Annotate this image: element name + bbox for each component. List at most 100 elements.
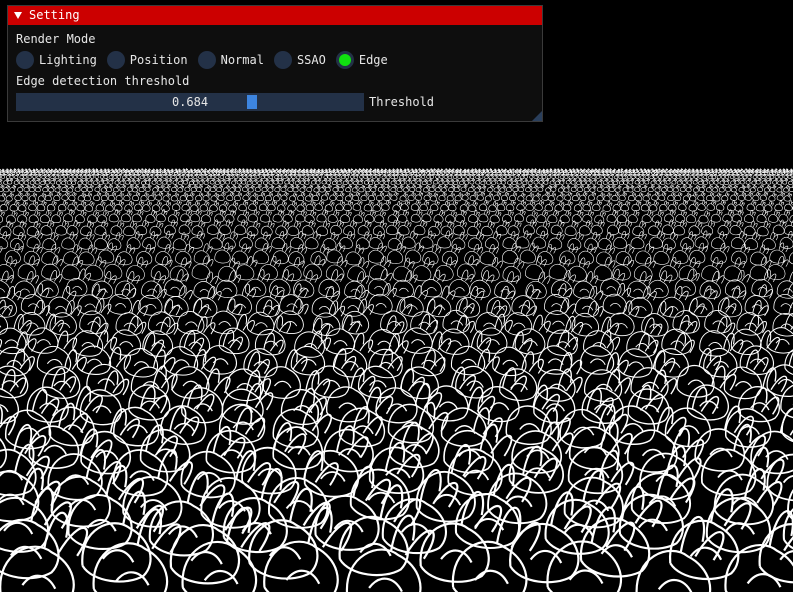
bunny-outline: [654, 185, 662, 193]
radio-lighting[interactable]: Lighting: [16, 51, 97, 69]
bunny-outline: [122, 449, 193, 528]
radio-position-label: Position: [129, 53, 188, 67]
bunny-outline: [556, 192, 565, 202]
bunny-outline: [570, 178, 577, 185]
bunny-outline: [525, 192, 534, 202]
radio-circle-icon[interactable]: [273, 51, 292, 69]
bunny-outline: [743, 220, 758, 236]
bunny-outline: [635, 173, 641, 179]
render-mode-label: Render Mode: [16, 32, 96, 46]
bunny-outline: [484, 173, 490, 179]
bunny-outline: [667, 184, 674, 192]
bunny-outline: [28, 402, 89, 469]
bunny-outline: [589, 185, 597, 193]
bunny-outline: [488, 201, 499, 212]
radio-normal-label: Normal: [220, 53, 264, 67]
threshold-slider[interactable]: 0.684: [16, 93, 364, 111]
radio-edge[interactable]: Edge: [335, 51, 388, 69]
bunny-outline: [316, 209, 329, 223]
bunny-outline: [126, 231, 143, 250]
bunny-outline: [235, 184, 242, 192]
radio-normal[interactable]: Normal: [197, 51, 264, 69]
bunny-outline: [787, 173, 793, 179]
bunny-outline: [145, 209, 158, 223]
bunny-outline: [640, 184, 648, 193]
bunny-outline: [410, 200, 421, 211]
bunny-outline: [280, 191, 289, 201]
resize-grip-icon[interactable]: [532, 111, 542, 121]
bunny-outline: [671, 178, 678, 185]
radio-ssao[interactable]: SSAO: [273, 51, 326, 69]
bunny-outline: [512, 184, 520, 192]
bunny-outline: [267, 200, 277, 211]
bunny-outline: [564, 191, 573, 201]
bunny-outline: [23, 243, 43, 265]
bunny-outline: [559, 243, 579, 265]
radio-circle-icon[interactable]: [106, 51, 125, 69]
bunny-outline: [255, 173, 261, 179]
bunny-outline: [783, 192, 792, 202]
bunny-outline: [336, 178, 343, 185]
bunny-outline: [755, 178, 762, 185]
bunny-outline: [299, 185, 307, 193]
bunny-outline: [184, 184, 192, 192]
bunny-outline: [258, 200, 269, 211]
bunny-outline: [372, 200, 383, 212]
bunny-outline: [26, 221, 41, 237]
bunny-outline: [247, 169, 253, 175]
bunny-outline: [112, 184, 120, 193]
bunny-outline: [730, 184, 738, 193]
bunny-outline: [0, 192, 7, 202]
bunny-outline: [210, 192, 219, 202]
bunny-outline: [627, 369, 677, 425]
bunny-outline: [180, 209, 192, 223]
bunny-outline: [549, 178, 556, 185]
bunny-outline: [433, 210, 446, 223]
bunny-outline: [351, 185, 359, 193]
bunny-outline: [422, 184, 430, 193]
bunny-outline: [134, 178, 141, 185]
settings-window[interactable]: Setting Render Mode Lighting Position No…: [7, 5, 543, 122]
bunny-outline: [219, 173, 225, 179]
settings-titlebar[interactable]: Setting: [8, 6, 542, 25]
radio-position[interactable]: Position: [106, 51, 188, 69]
bunny-outline: [710, 209, 723, 223]
bunny-outline: [453, 178, 459, 185]
triangle-down-icon[interactable]: [14, 12, 22, 19]
bunny-outline: [141, 271, 166, 299]
bunny-outline: [357, 178, 364, 185]
bunny-outline: [18, 200, 28, 212]
bunny-outline: [395, 178, 402, 185]
bunny-outline: [468, 231, 485, 250]
bunny-outline: [651, 191, 660, 201]
bunny-outline: [452, 173, 458, 179]
radio-circle-icon[interactable]: [197, 51, 216, 69]
bunny-outline: [440, 184, 448, 193]
bunny-outline: [602, 178, 609, 185]
bunny-outline: [469, 178, 476, 185]
bunny-outline: [110, 315, 147, 356]
bunny-outline: [725, 184, 732, 192]
bunny-outline: [386, 173, 391, 180]
bunny-outline: [172, 178, 179, 185]
bunny-outline: [272, 192, 282, 202]
radio-circle-selected-icon[interactable]: [335, 51, 354, 69]
bunny-outline: [571, 192, 581, 202]
bunny-outline: [263, 178, 269, 185]
bunny-outline: [678, 200, 688, 211]
bunny-outline: [345, 184, 352, 193]
bunny-outline: [706, 199, 717, 211]
bunny-outline: [172, 232, 189, 251]
bunny-outline: [36, 200, 47, 212]
bunny-outline: [228, 201, 239, 212]
bunny-outline: [251, 178, 258, 185]
bunny-outline: [612, 200, 623, 212]
bunny-outline: [140, 192, 149, 202]
radio-circle-icon[interactable]: [16, 51, 34, 69]
bunny-outline: [9, 200, 20, 212]
render-mode-radio-group: Lighting Position Normal SSAO Edge: [16, 50, 534, 70]
bunny-outline: [95, 200, 106, 212]
bunny-outline: [171, 200, 182, 211]
bunny-outline: [325, 256, 348, 281]
bunny-outline: [337, 184, 345, 192]
